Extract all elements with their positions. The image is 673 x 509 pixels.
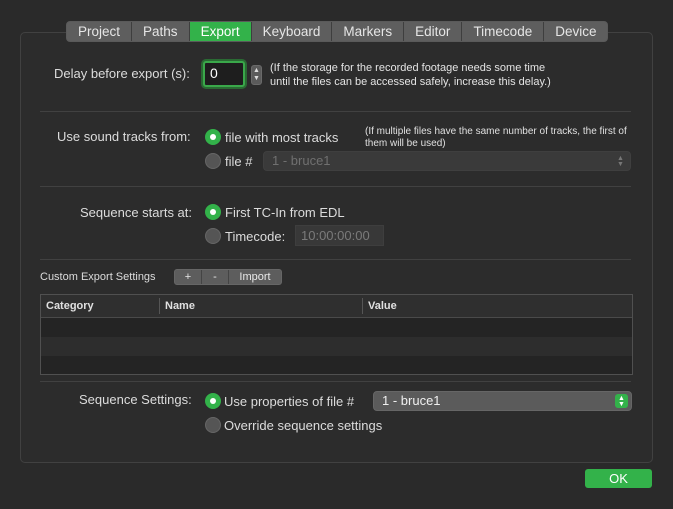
custom-export-segmented: + - Import [174,269,282,285]
chevron-updown-icon: ▲ ▼ [615,394,628,408]
table-row [41,356,632,375]
sound-file-select-value: 1 - bruce1 [272,153,331,168]
ok-button[interactable]: OK [585,469,652,488]
add-button[interactable]: + [175,270,202,284]
tab-project[interactable]: Project [67,22,133,41]
column-value[interactable]: Value [368,300,397,312]
first-tc-in-label: First TC-In from EDL [225,205,345,220]
radio-use-properties[interactable] [205,393,221,409]
column-name[interactable]: Name [165,300,195,312]
sequence-file-select-value: 1 - bruce1 [382,393,441,408]
table-row [41,337,632,356]
chevron-up-icon: ▲ [253,67,260,74]
radio-most-tracks[interactable] [205,129,221,145]
tab-paths[interactable]: Paths [132,22,190,41]
radio-timecode[interactable] [205,228,221,244]
column-divider [362,298,363,314]
divider [40,111,631,112]
sequence-file-select[interactable]: 1 - bruce1 ▲ ▼ [373,391,632,411]
preferences-tabbar: Project Paths Export Keyboard Markers Ed… [66,21,609,42]
column-category[interactable]: Category [46,300,94,312]
table-row [41,318,632,337]
tab-device[interactable]: Device [544,22,607,41]
most-tracks-label: file with most tracks [225,130,339,145]
sound-tracks-note-1: (If multiple files have the same number … [365,126,627,137]
radio-override[interactable] [205,417,221,433]
column-divider [159,298,160,314]
chevron-down-icon: ▼ [253,75,260,82]
tab-keyboard[interactable]: Keyboard [252,22,333,41]
sound-tracks-note-2: them will be used) [365,138,446,149]
radio-first-tc-in[interactable] [205,204,221,220]
timecode-input[interactable]: 10:00:00:00 [295,225,384,246]
sequence-start-label: Sequence starts at: [80,205,193,220]
override-label: Override sequence settings [224,418,383,433]
remove-button[interactable]: - [202,270,229,284]
tab-export[interactable]: Export [189,22,252,41]
divider [40,186,631,187]
divider [40,381,631,382]
custom-export-label: Custom Export Settings [40,271,156,283]
chevron-updown-icon: ▲ ▼ [617,155,624,168]
delay-input[interactable]: 0 [203,61,245,87]
delay-note-1: (If the storage for the recorded footage… [270,62,546,74]
delay-stepper[interactable]: ▲ ▼ [251,65,262,85]
table-header: Category Name Value [41,295,632,318]
delay-note-2: until the files can be accessed safely, … [270,76,551,88]
delay-label: Delay before export (s): [54,66,190,81]
divider [40,259,631,260]
custom-export-table[interactable]: Category Name Value [40,294,633,375]
radio-file-number[interactable] [205,153,221,169]
tab-markers[interactable]: Markers [332,22,405,41]
file-number-label: file # [225,154,253,169]
sequence-settings-label: Sequence Settings: [79,392,192,407]
sound-file-select[interactable]: 1 - bruce1 ▲ ▼ [263,151,631,171]
timecode-label: Timecode: [225,229,286,244]
tab-timecode[interactable]: Timecode [462,22,545,41]
use-properties-label: Use properties of file # [224,394,355,409]
import-button[interactable]: Import [229,270,281,284]
tab-editor[interactable]: Editor [404,22,463,41]
sound-tracks-label: Use sound tracks from: [57,129,191,144]
